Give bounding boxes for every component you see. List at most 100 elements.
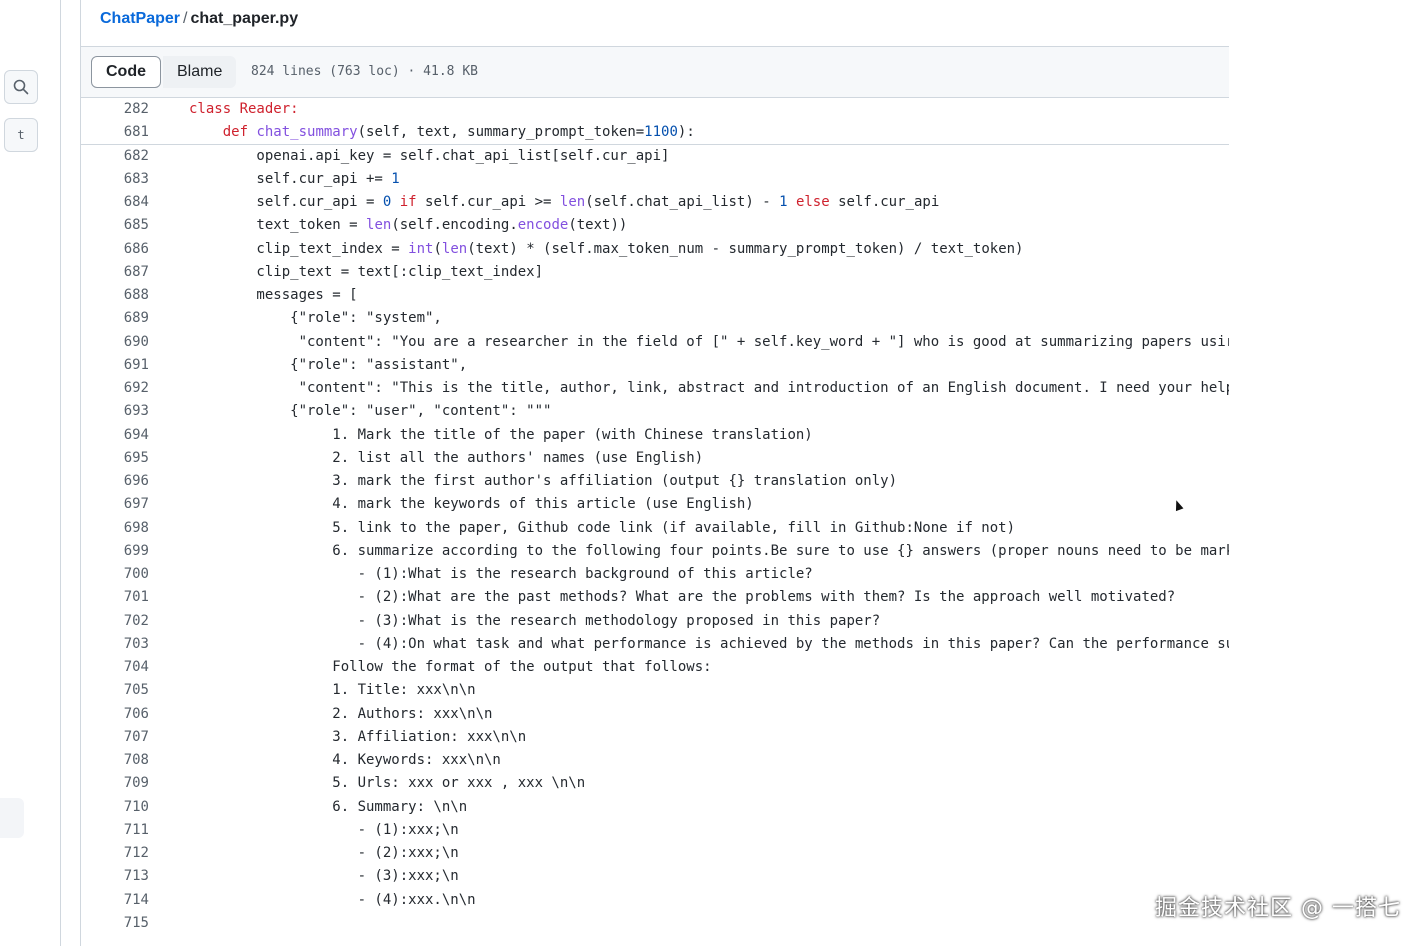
line-number[interactable]: 685	[81, 214, 149, 237]
line-number[interactable]: 686	[81, 238, 149, 261]
code-token: def	[222, 124, 257, 141]
code-text: text_token = len(self.encoding.encode(te…	[189, 214, 1229, 237]
code-text: openai.api_key = self.chat_api_list[self…	[189, 145, 1229, 168]
line-number[interactable]: 282	[81, 98, 149, 121]
line-number[interactable]: 708	[81, 749, 149, 772]
code-text: clip_text_index = int(len(text) * (self.…	[189, 238, 1229, 261]
code-text: 4. Keywords: xxx\n\n	[189, 749, 1229, 772]
code-line: 691 {"role": "assistant",	[81, 354, 1229, 377]
line-number[interactable]: 714	[81, 889, 149, 912]
line-number[interactable]: 704	[81, 656, 149, 679]
line-number[interactable]: 706	[81, 703, 149, 726]
line-number[interactable]: 698	[81, 517, 149, 540]
file-meta: 824 lines (763 loc) · 41.8 KB	[251, 64, 478, 79]
code-line: 703 - (4):On what task and what performa…	[81, 633, 1229, 656]
code-view[interactable]: 282 class Reader: 681 def chat_summary(sel…	[81, 98, 1229, 946]
code-text: - (3):What is the research methodology p…	[189, 610, 1229, 633]
code-token: len	[559, 194, 586, 210]
line-number[interactable]: 681	[81, 121, 149, 144]
line-number[interactable]: 701	[81, 586, 149, 609]
code-line: 701 - (2):What are the past methods? Wha…	[81, 586, 1229, 609]
code-token: 6. summarize according to the following …	[189, 542, 1229, 559]
code-line: 695 2. list all the authors' names (use …	[81, 447, 1229, 470]
code-line: 699 6. summarize according to the follow…	[81, 540, 1229, 563]
code-token: {"role": "system",	[189, 310, 442, 327]
code-token: class Reader:	[189, 101, 299, 117]
code-text: - (4):On what task and what performance …	[189, 633, 1229, 656]
line-number[interactable]: 713	[81, 865, 149, 888]
code-line: 684 self.cur_api = 0 if self.cur_api >= …	[81, 191, 1229, 214]
code-line: 704 Follow the format of the output that…	[81, 656, 1229, 679]
code-line: 710 6. Summary: \n\n	[81, 796, 1229, 819]
code-line: 697 4. mark the keywords of this article…	[81, 493, 1229, 516]
line-number[interactable]: 688	[81, 284, 149, 307]
code-line: 709 5. Urls: xxx or xxx , xxx \n\n	[81, 772, 1229, 795]
code-token: - (2):xxx;\n	[189, 845, 459, 861]
search-button[interactable]	[4, 70, 38, 104]
search-icon	[13, 79, 29, 95]
tab-code[interactable]: Code	[91, 56, 161, 88]
breadcrumb-repo-link[interactable]: ChatPaper	[100, 10, 180, 27]
line-number[interactable]: 703	[81, 633, 149, 656]
code-text: "content": "You are a researcher in the …	[189, 331, 1229, 354]
goto-file-label: t	[17, 128, 25, 142]
line-number[interactable]: 705	[81, 679, 149, 702]
line-number[interactable]: 696	[81, 470, 149, 493]
line-number[interactable]: 692	[81, 377, 149, 400]
code-token: Follow the format of the output that fol…	[189, 659, 712, 675]
line-number[interactable]: 683	[81, 168, 149, 191]
line-number[interactable]: 709	[81, 772, 149, 795]
code-line: 692 "content": "This is the title, autho…	[81, 377, 1229, 400]
code-token: self.cur_api >=	[416, 194, 560, 210]
line-number[interactable]: 711	[81, 819, 149, 842]
line-number[interactable]: 712	[81, 842, 149, 865]
code-line: 690 "content": "You are a researcher in …	[81, 331, 1229, 354]
code-text: clip_text = text[:clip_text_index]	[189, 261, 1229, 284]
code-line: 700 - (1):What is the research backgroun…	[81, 563, 1229, 586]
line-number[interactable]: 691	[81, 354, 149, 377]
code-text: {"role": "user", "content": """	[189, 400, 1229, 423]
goto-file-button[interactable]: t	[4, 118, 38, 152]
rail-placeholder	[0, 798, 24, 838]
code-token: - (1):xxx;\n	[189, 821, 459, 838]
line-number[interactable]: 693	[81, 400, 149, 423]
code-token: {"role": "assistant",	[189, 356, 468, 373]
code-text: - (1):What is the research background of…	[189, 563, 1229, 586]
tab-blame[interactable]: Blame	[163, 56, 237, 88]
line-number[interactable]: 684	[81, 191, 149, 214]
code-line: 713 - (3):xxx;\n	[81, 865, 1229, 888]
line-number[interactable]: 690	[81, 331, 149, 354]
line-number[interactable]: 695	[81, 447, 149, 470]
code-token: 1. Mark the title of the paper (with Chi…	[189, 426, 813, 443]
code-line: 705 1. Title: xxx\n\n	[81, 679, 1229, 702]
code-token: encode	[517, 217, 569, 234]
code-token: - (4):xxx.\n\n	[189, 891, 476, 908]
code-token: messages = [	[189, 287, 358, 303]
code-text: 3. mark the first author's affiliation (…	[189, 470, 1229, 493]
line-number[interactable]: 710	[81, 796, 149, 819]
code-token: 6. Summary: \n\n	[189, 798, 468, 815]
line-number[interactable]: 689	[81, 307, 149, 330]
code-token: (self.encoding.	[391, 217, 518, 234]
code-token: - (3):xxx;\n	[189, 868, 459, 885]
line-number[interactable]: 682	[81, 145, 149, 168]
breadcrumb-separator: /	[183, 10, 188, 27]
code-token: clip_text_index =	[189, 240, 409, 257]
line-number[interactable]: 702	[81, 610, 149, 633]
line-number[interactable]: 715	[81, 912, 149, 935]
code-token: 1	[779, 194, 788, 210]
code-token: (self.chat_api_list) -	[585, 194, 780, 210]
line-number[interactable]: 697	[81, 493, 149, 516]
line-number[interactable]: 699	[81, 540, 149, 563]
line-number[interactable]: 700	[81, 563, 149, 586]
line-number[interactable]: 707	[81, 726, 149, 749]
code-text: 2. list all the authors' names (use Engl…	[189, 447, 1229, 470]
line-number[interactable]: 694	[81, 424, 149, 447]
code-text: 1. Title: xxx\n\n	[189, 679, 1229, 702]
code-text: 3. Affiliation: xxx\n\n	[189, 726, 1229, 749]
line-number[interactable]: 687	[81, 261, 149, 284]
code-line: 688 messages = [	[81, 284, 1229, 307]
code-token: 1	[391, 170, 400, 187]
code-line: 707 3. Affiliation: xxx\n\n	[81, 726, 1229, 749]
